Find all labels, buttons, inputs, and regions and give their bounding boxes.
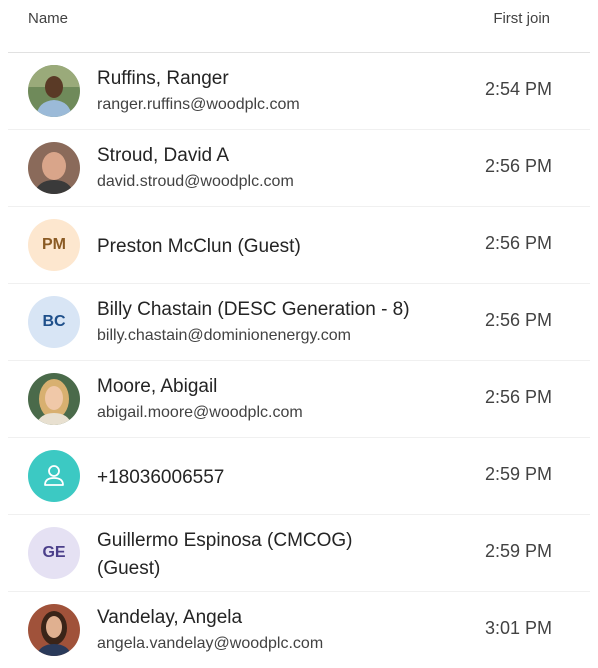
participant-row[interactable]: GE Guillermo Espinosa (CMCOG) (Guest) 2:… <box>8 515 590 592</box>
participants-header: Name First join <box>8 0 590 53</box>
first-join-time: 2:59 PM <box>484 464 552 484</box>
first-join-time: 2:56 PM <box>484 310 552 330</box>
participant-row[interactable]: BC Billy Chastain (DESC Generation - 8) … <box>8 284 590 361</box>
participant-email: abigail.moore@woodplc.com <box>97 404 303 421</box>
first-join-time: 2:54 PM <box>484 79 552 99</box>
first-join-column-header[interactable]: First join <box>493 10 550 27</box>
first-join-time: 2:56 PM <box>484 156 552 176</box>
avatar <box>28 604 80 656</box>
participant-name: Stroud, David A <box>97 145 230 166</box>
avatar-initials: PM <box>28 219 80 271</box>
participant-row[interactable]: Vandelay, Angela angela.vandelay@woodplc… <box>8 592 590 668</box>
avatar <box>28 373 80 425</box>
participant-name: Billy Chastain (DESC Generation - 8) <box>97 299 410 320</box>
participant-row[interactable]: Stroud, David A david.stroud@woodplc.com… <box>8 130 590 207</box>
participant-email: billy.chastain@dominionenergy.com <box>97 327 351 344</box>
participants-list: Ruffins, Ranger ranger.ruffins@woodplc.c… <box>8 53 590 668</box>
participant-email: ranger.ruffins@woodplc.com <box>97 96 300 113</box>
participant-name: Vandelay, Angela <box>97 607 243 628</box>
first-join-time: 2:56 PM <box>484 233 552 253</box>
first-join-time: 3:01 PM <box>484 618 552 638</box>
person-icon <box>28 450 80 502</box>
participant-email: david.stroud@woodplc.com <box>97 173 294 190</box>
participant-row[interactable]: Moore, Abigail abigail.moore@woodplc.com… <box>8 361 590 438</box>
participant-row[interactable]: PM Preston McClun (Guest) 2:56 PM <box>8 207 590 284</box>
participant-name: Guillermo Espinosa (CMCOG) <box>97 530 353 551</box>
avatar-initials: BC <box>28 296 80 348</box>
participant-name: Preston McClun (Guest) <box>97 236 301 257</box>
participant-name: Moore, Abigail <box>97 376 218 397</box>
avatar <box>28 65 80 117</box>
name-column-header[interactable]: Name <box>28 10 68 27</box>
participant-name: +18036006557 <box>97 467 225 488</box>
participant-row[interactable]: +18036006557 2:59 PM <box>8 438 590 515</box>
participant-email: angela.vandelay@woodplc.com <box>97 635 324 652</box>
participant-name-line2: (Guest) <box>97 558 161 579</box>
avatar <box>28 142 80 194</box>
first-join-time: 2:59 PM <box>484 541 552 561</box>
participant-row[interactable]: Ruffins, Ranger ranger.ruffins@woodplc.c… <box>8 53 590 130</box>
first-join-time: 2:56 PM <box>484 387 552 407</box>
participant-name: Ruffins, Ranger <box>97 68 229 89</box>
avatar-initials: GE <box>28 527 80 579</box>
